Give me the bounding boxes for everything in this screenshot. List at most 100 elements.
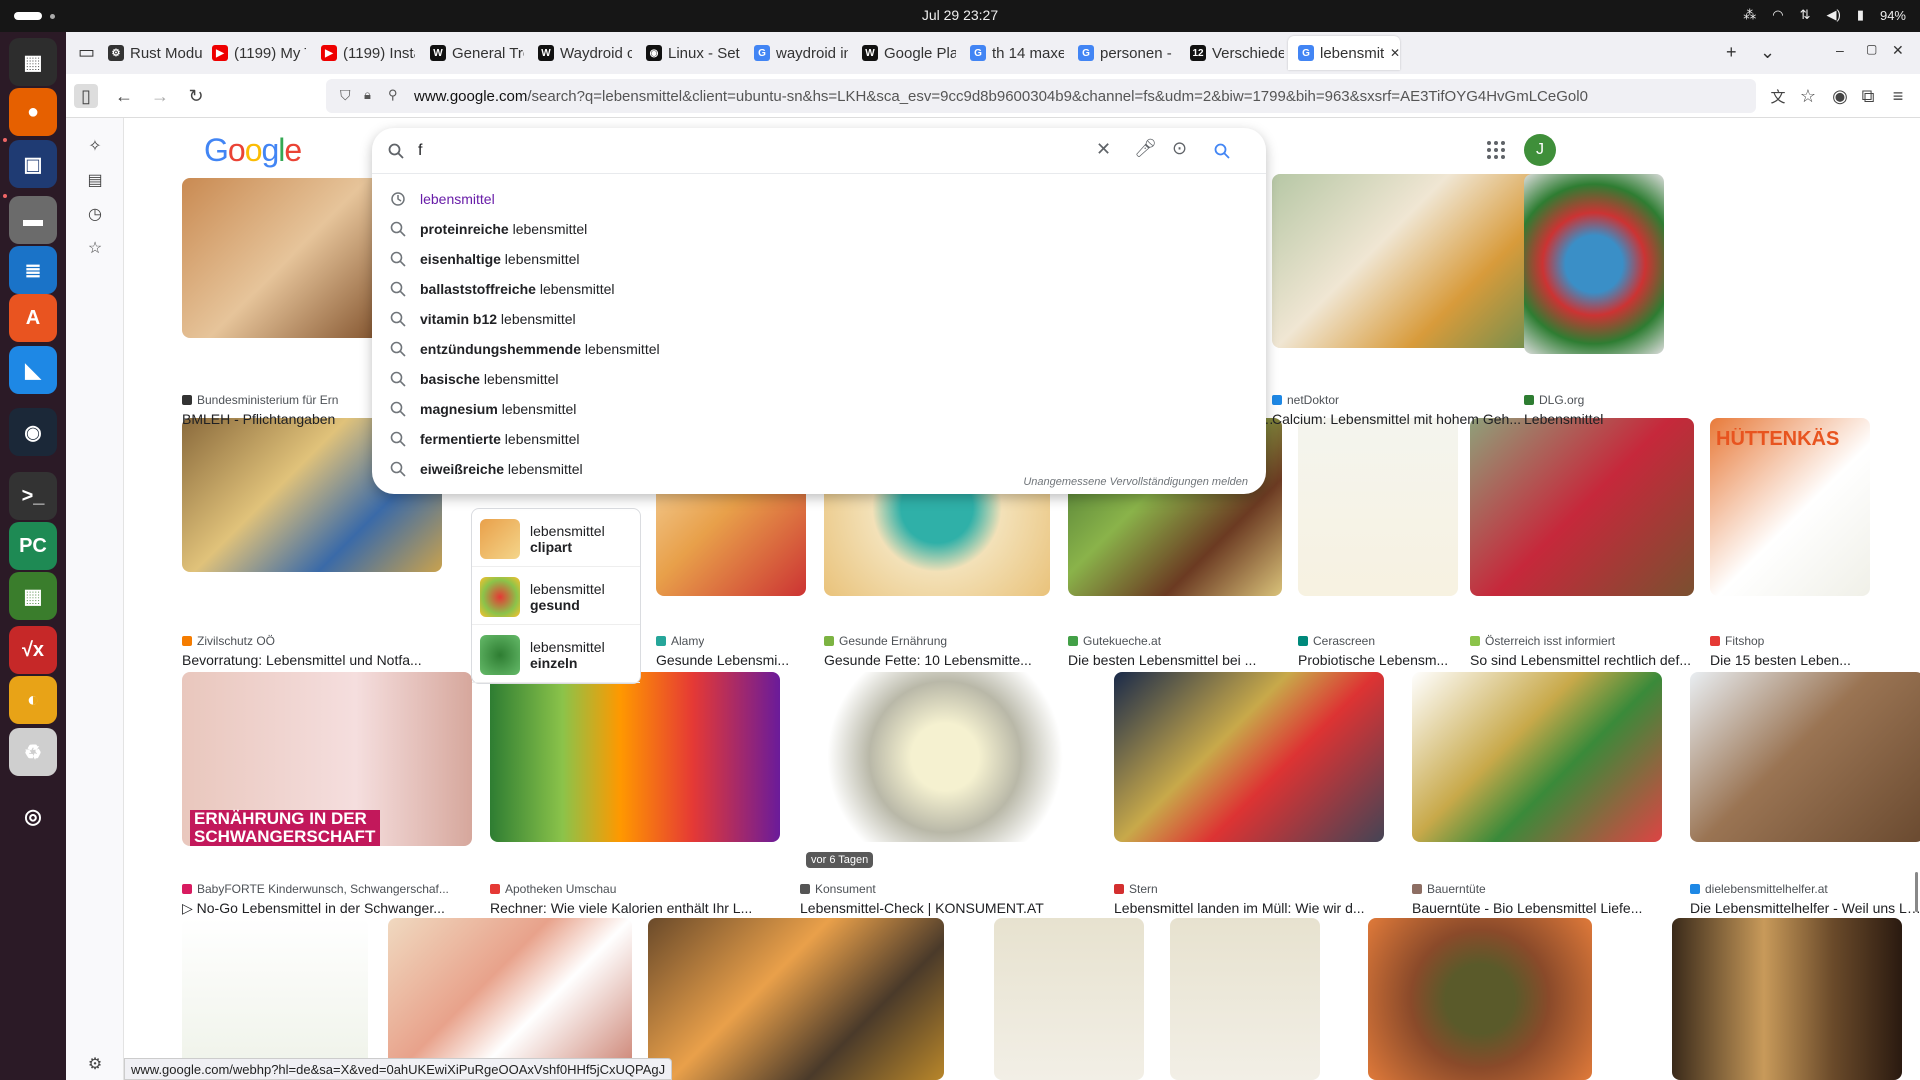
history-icon[interactable]: ◷ — [85, 204, 105, 224]
battery-icon[interactable]: ▮ — [1857, 7, 1864, 23]
close-tab-icon[interactable]: ✕ — [1390, 46, 1400, 60]
steam-icon[interactable]: ◉ — [9, 408, 57, 456]
suggestion-item[interactable]: ballaststoffreiche lebensmittel — [372, 274, 1266, 304]
result-title[interactable]: Calcium: Lebensmittel mit hohem Geh... — [1272, 411, 1532, 427]
minecraft-icon[interactable]: ▦ — [9, 572, 57, 620]
avatar[interactable]: J — [1524, 134, 1556, 166]
result-image[interactable] — [1470, 418, 1694, 596]
result-source[interactable]: Konsument — [800, 882, 876, 896]
image-viewer-icon[interactable]: ◐ — [9, 676, 57, 724]
suggestion-item[interactable]: basische lebensmittel — [372, 364, 1266, 394]
result-title[interactable]: Lebensmittel — [1524, 411, 1684, 427]
tab-3[interactable]: ▶ (1199) Install — [311, 36, 415, 70]
firefox-icon[interactable]: ● — [9, 88, 57, 136]
sidebar-settings-icon[interactable]: ⚙ — [85, 1054, 105, 1074]
vscode-icon[interactable]: ◣ — [9, 346, 57, 394]
result-image[interactable] — [648, 918, 944, 1080]
translate-icon[interactable]: 文 — [1766, 84, 1790, 108]
volume-icon[interactable]: ◀) — [1826, 7, 1840, 23]
result-image[interactable] — [182, 918, 368, 1080]
sidebar-toggle-icon[interactable]: ▯ — [74, 84, 98, 108]
result-image[interactable] — [490, 672, 780, 842]
close-window-button[interactable]: ✕ — [1892, 42, 1904, 59]
result-title[interactable]: Lebensmittel landen im Müll: Wie wir d..… — [1114, 900, 1384, 916]
system-tray[interactable]: ⁂ ◠ ⇅ ◀) ▮ 94% — [1743, 7, 1906, 23]
trash-icon[interactable]: ♻ — [9, 728, 57, 776]
ai-chat-icon[interactable]: ✧ — [85, 136, 105, 156]
result-image[interactable] — [1368, 918, 1592, 1080]
result-title[interactable]: Die Lebensmittelhelfer - Weil uns Lebe..… — [1690, 900, 1920, 916]
related-search-item[interactable]: lebensmittel gesund — [472, 569, 640, 625]
result-source[interactable]: Alamy — [656, 634, 704, 648]
result-source[interactable]: Bundesministerium für Ern — [182, 393, 338, 407]
result-source[interactable]: Österreich isst informiert — [1470, 634, 1615, 648]
google-logo[interactable]: Google — [204, 132, 302, 169]
result-source[interactable]: Stern — [1114, 882, 1158, 896]
lens-search-icon[interactable]: ⊙ — [1172, 138, 1187, 159]
pycharm-icon[interactable]: PC — [9, 522, 57, 570]
new-tab-button[interactable]: + — [1726, 42, 1737, 63]
google-apps-icon[interactable] — [1486, 140, 1506, 160]
tab-7[interactable]: Gwaydroid inst — [744, 36, 848, 70]
suggestion-item[interactable]: eisenhaltige lebensmittel — [372, 244, 1266, 274]
tab-9[interactable]: Gth 14 maxed — [960, 36, 1064, 70]
tab-10[interactable]: Gpersonen - Go — [1068, 36, 1172, 70]
result-title[interactable]: ▷ No-Go Lebensmittel in der Schwanger... — [182, 900, 472, 917]
tab-12[interactable]: Glebensmitte ✕ — [1288, 36, 1400, 70]
console-icon[interactable]: >_ — [9, 472, 57, 520]
report-completions-link[interactable]: Unangemessene Vervollständigungen melden — [1023, 476, 1248, 488]
result-title[interactable]: Die 15 besten Leben... — [1710, 652, 1870, 668]
tab-1[interactable]: ⚙ Rust Modul T — [98, 36, 202, 70]
result-title[interactable]: Lebensmittel-Check | KONSUMENT.AT — [800, 900, 1090, 916]
tab-4[interactable]: W General Troub — [420, 36, 524, 70]
notification-icon[interactable]: ⁂ — [1743, 7, 1756, 23]
related-search-item[interactable]: lebensmittel clipart — [472, 511, 640, 567]
tab-6[interactable]: ◉ Linux - Set up — [636, 36, 740, 70]
tracking-protection-icon[interactable]: ⛉ — [340, 87, 351, 104]
result-source[interactable]: Gesunde Ernährung — [824, 634, 947, 648]
ubuntu-icon[interactable]: ◎ — [9, 792, 57, 840]
result-title[interactable]: Bauerntüte - Bio Lebensmittel Liefe... — [1412, 900, 1662, 916]
result-title[interactable]: Gesunde Lebensmi... — [656, 652, 806, 668]
suggestion-item[interactable]: fermentierte lebensmittel — [372, 424, 1266, 454]
result-source[interactable]: Cerascreen — [1298, 634, 1375, 648]
result-source[interactable]: Apotheken Umschau — [490, 882, 616, 896]
result-image[interactable] — [1170, 918, 1320, 1080]
result-source[interactable]: netDoktor — [1272, 393, 1339, 407]
result-image[interactable] — [1114, 672, 1384, 842]
list-all-tabs-icon[interactable]: ⌄ — [1760, 42, 1775, 63]
bookmark-star-icon[interactable]: ☆ — [1796, 84, 1820, 108]
suggestion-item[interactable]: proteinreiche lebensmittel — [372, 214, 1266, 244]
lock-icon[interactable]: 🔒︎ — [364, 87, 371, 103]
writer-icon[interactable]: ≣ — [9, 246, 57, 294]
suggestion-item[interactable]: vitamin b12 lebensmittel — [372, 304, 1266, 334]
related-search-item[interactable]: lebensmittel einzeln — [472, 627, 640, 683]
result-title[interactable]: Bevorratung: Lebensmittel und Notfa... — [182, 652, 442, 668]
result-image[interactable] — [1272, 174, 1542, 348]
result-source[interactable]: Gutekueche.at — [1068, 634, 1161, 648]
result-title[interactable]: BMLEH - Pflichtangaben — [182, 411, 392, 427]
permissions-icon[interactable]: ⚲ — [388, 87, 398, 103]
reload-button[interactable]: ↻ — [184, 84, 208, 108]
menu-icon[interactable]: ≡ — [1886, 84, 1910, 108]
tab-overview-icon[interactable]: ▭ — [78, 42, 95, 63]
result-source[interactable]: DLG.org — [1524, 393, 1584, 407]
terminal-app-icon[interactable]: ▣ — [9, 140, 57, 188]
result-image[interactable] — [388, 918, 632, 1080]
search-input[interactable] — [418, 138, 1018, 164]
submit-search-icon[interactable] — [1214, 143, 1230, 159]
minimize-button[interactable]: – — [1836, 42, 1844, 58]
result-source[interactable]: Fitshop — [1710, 634, 1764, 648]
battery-percent[interactable]: 94% — [1880, 8, 1906, 23]
result-image[interactable] — [994, 918, 1144, 1080]
result-image[interactable] — [1412, 672, 1662, 842]
synced-tabs-icon[interactable]: ▤ — [85, 170, 105, 190]
tab-8[interactable]: W Google Play C — [852, 36, 956, 70]
result-image[interactable] — [800, 672, 1090, 842]
network-icon[interactable]: ⇅ — [1800, 7, 1811, 23]
app-center-icon[interactable]: A — [9, 294, 57, 342]
result-source[interactable]: Zivilschutz OÖ — [182, 634, 275, 648]
bookmarks-icon[interactable]: ☆ — [85, 238, 105, 258]
tab-2[interactable]: ▶ (1199) My Tra — [202, 36, 306, 70]
suggestion-item[interactable]: entzündungshemmende lebensmittel — [372, 334, 1266, 364]
